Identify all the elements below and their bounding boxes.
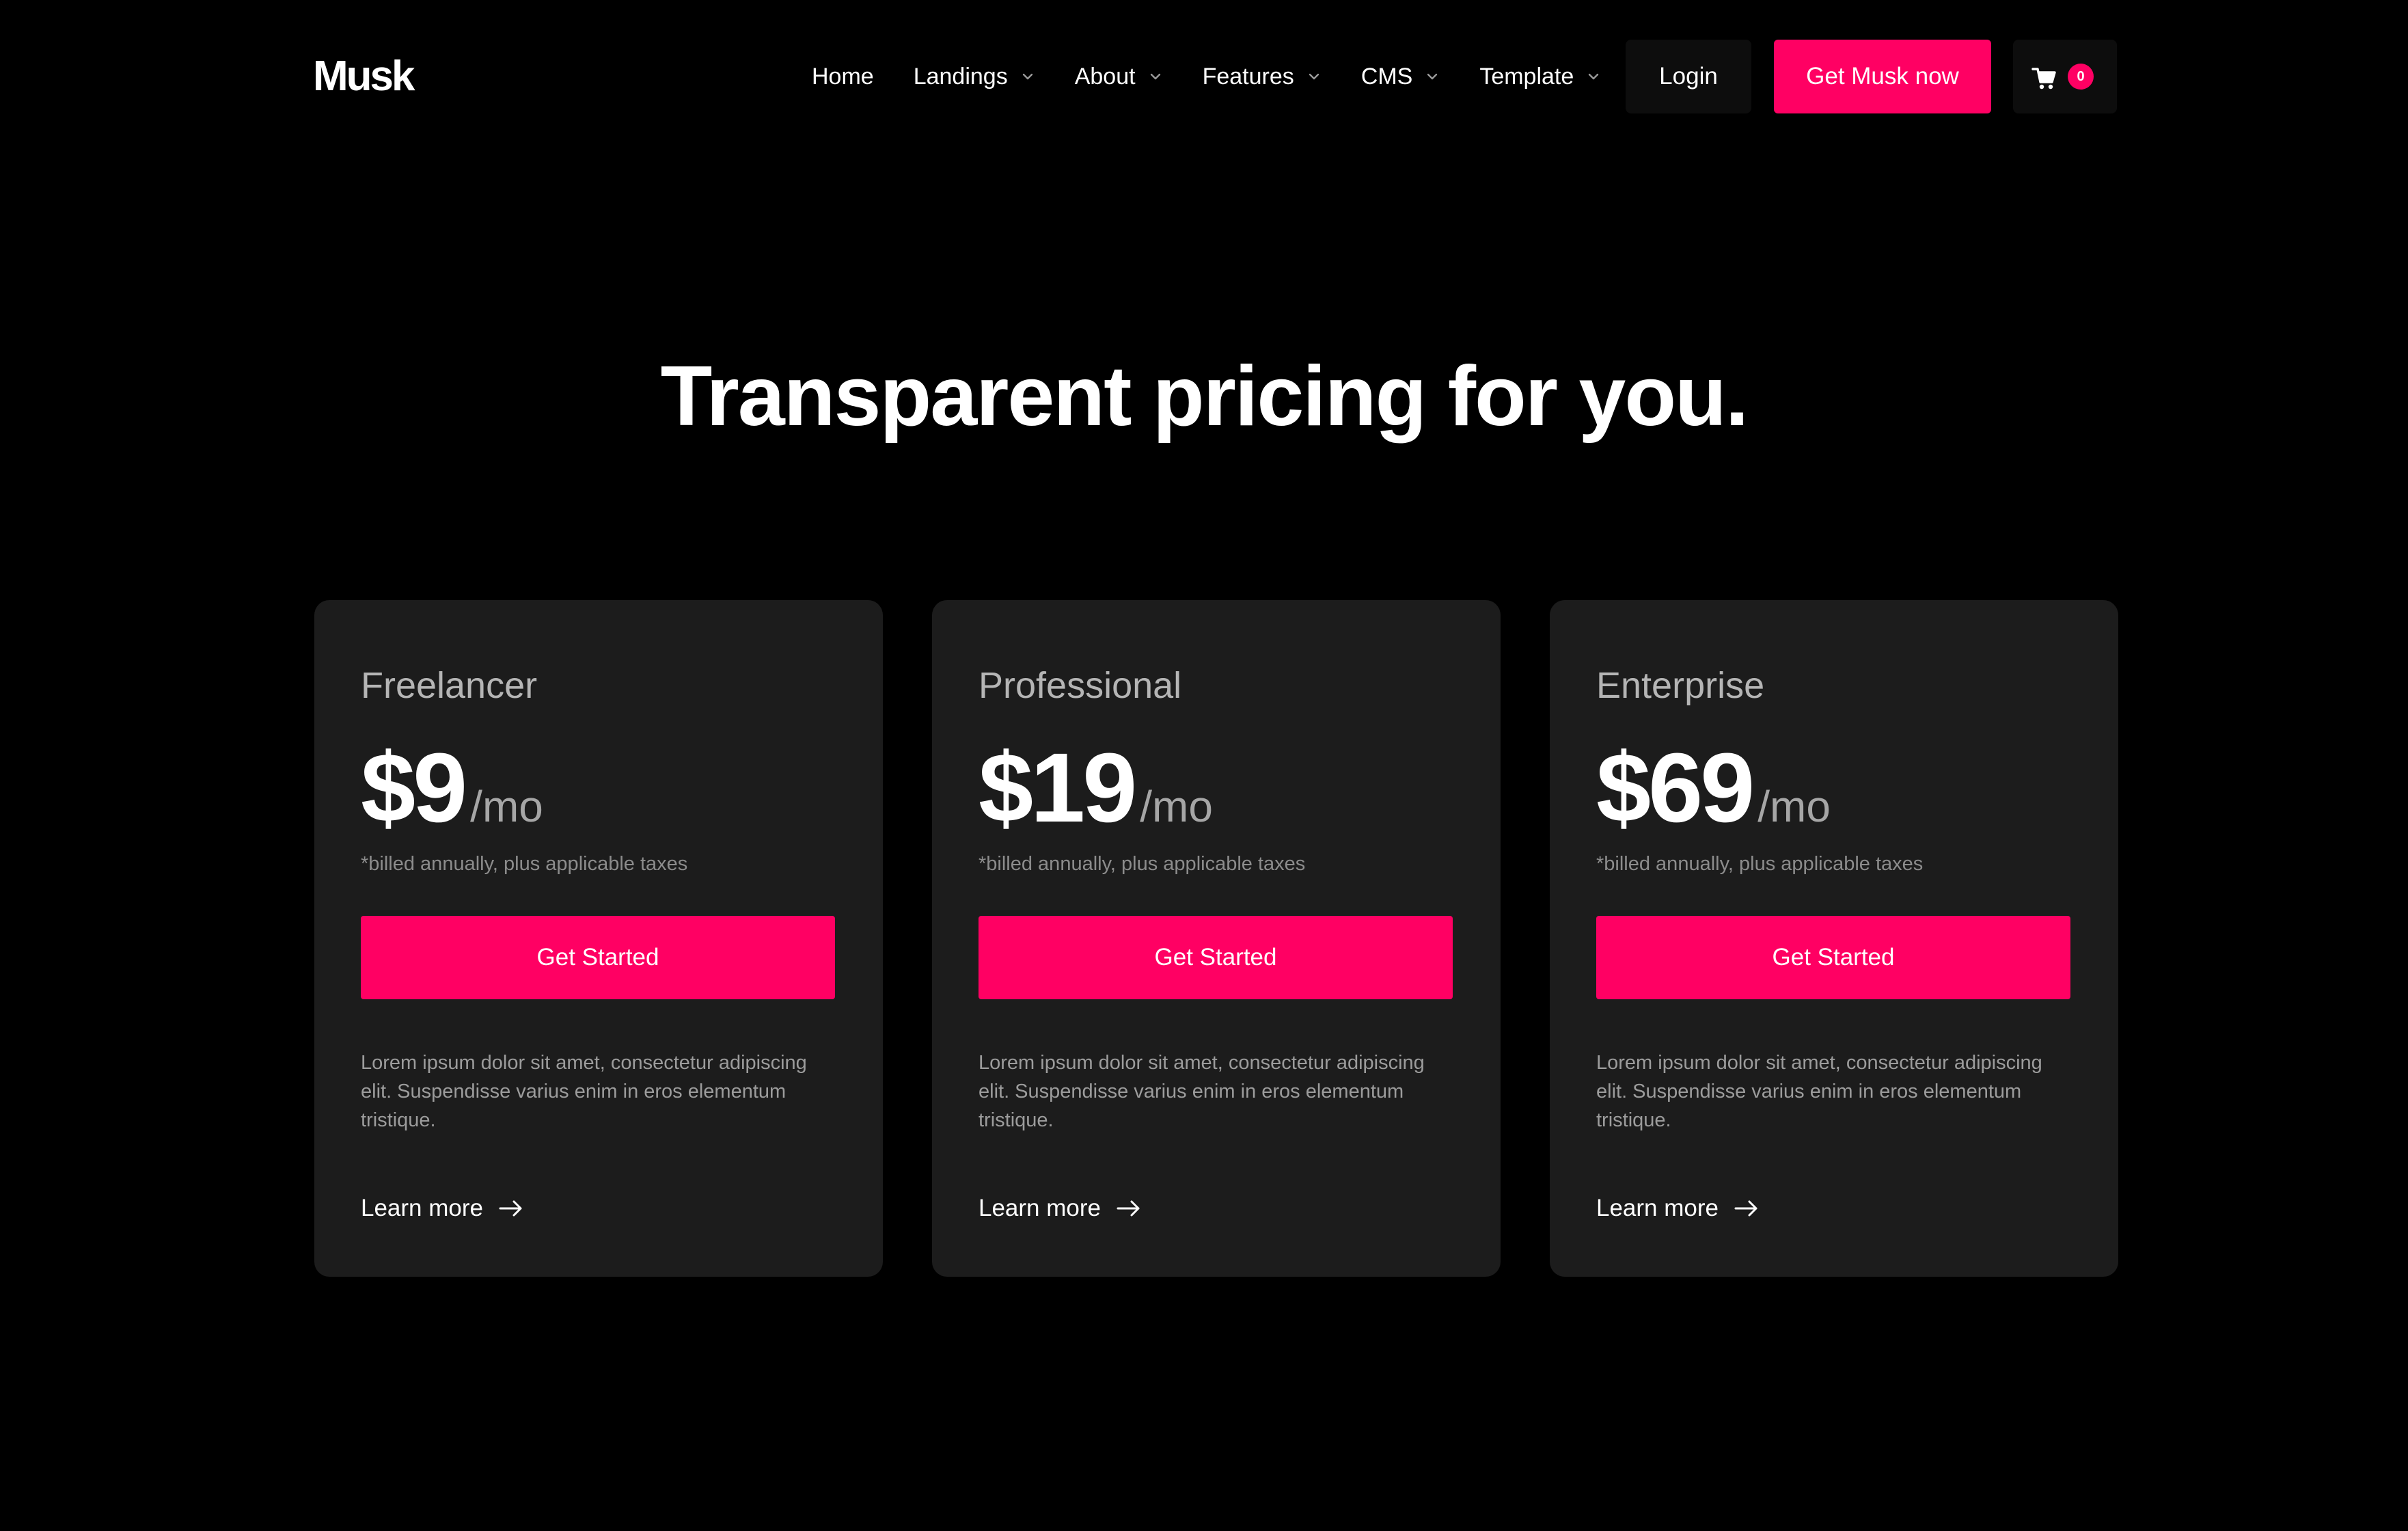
get-started-button[interactable]: Get Started (1596, 916, 2070, 999)
pricing-card-professional: Professional $19 /mo *billed annually, p… (932, 600, 1501, 1277)
get-started-button[interactable]: Get Started (979, 916, 1453, 999)
chevron-down-icon (1306, 69, 1322, 84)
plan-name: Professional (979, 665, 1182, 706)
site-header: Musk Home Landings About Features CMS Te… (0, 0, 2408, 153)
learn-more-label: Learn more (1596, 1195, 1719, 1221)
nav-item-template[interactable]: Template (1479, 64, 1601, 90)
plan-description: Lorem ipsum dolor sit amet, consectetur … (361, 1052, 807, 1131)
plan-description: Lorem ipsum dolor sit amet, consectetur … (979, 1052, 1425, 1131)
plan-period: /mo (1140, 782, 1213, 831)
nav-item-about[interactable]: About (1075, 64, 1163, 90)
plan-price: $9 (361, 733, 467, 843)
cart-button[interactable]: 0 (2013, 40, 2117, 113)
learn-more-label: Learn more (979, 1195, 1101, 1221)
chevron-down-icon (1148, 69, 1163, 84)
nav-item-label: About (1074, 63, 1136, 90)
plan-name: Freelancer (361, 665, 538, 706)
nav-item-label: Template (1479, 63, 1574, 90)
arrow-right-icon (498, 1199, 524, 1218)
pricing-card-enterprise: Enterprise $69 /mo *billed annually, plu… (1550, 600, 2118, 1277)
logo[interactable]: Musk (313, 49, 415, 104)
nav-item-landings[interactable]: Landings (914, 64, 1035, 90)
plan-period: /mo (470, 782, 543, 831)
shopping-cart-icon (2031, 64, 2058, 92)
chevron-down-icon (1425, 69, 1440, 84)
nav-item-features[interactable]: Features (1203, 64, 1322, 90)
nav-item-label: Home (812, 63, 874, 90)
plan-price-row: $9 /mo (361, 730, 543, 846)
plan-billing-note: *billed annually, plus applicable taxes (1596, 853, 1924, 875)
main-nav: Home Landings About Features CMS Templat… (812, 40, 1641, 113)
learn-more-link[interactable]: Learn more (979, 1195, 1142, 1222)
nav-item-cms[interactable]: CMS (1361, 64, 1440, 90)
plan-period: /mo (1757, 782, 1831, 831)
cart-count-badge: 0 (2068, 64, 2094, 90)
plan-description: Lorem ipsum dolor sit amet, consectetur … (1596, 1052, 2042, 1131)
plan-price: $19 (979, 733, 1137, 843)
plan-price: $69 (1596, 733, 1755, 843)
login-button[interactable]: Login (1626, 40, 1751, 113)
plan-price-row: $19 /mo (979, 730, 1213, 846)
plan-name: Enterprise (1596, 665, 1765, 706)
plan-billing-note: *billed annually, plus applicable taxes (979, 853, 1306, 875)
get-started-button[interactable]: Get Started (361, 916, 835, 999)
learn-more-link[interactable]: Learn more (361, 1195, 524, 1222)
plan-billing-note: *billed annually, plus applicable taxes (361, 853, 688, 875)
learn-more-label: Learn more (361, 1195, 483, 1221)
pricing-card-freelancer: Freelancer $9 /mo *billed annually, plus… (314, 600, 883, 1277)
chevron-down-icon (1020, 69, 1035, 84)
learn-more-link[interactable]: Learn more (1596, 1195, 1760, 1222)
get-musk-now-button[interactable]: Get Musk now (1774, 40, 1991, 113)
nav-item-home[interactable]: Home (812, 64, 874, 90)
page-title: Transparent pricing for you. (660, 349, 1749, 444)
nav-item-label: CMS (1360, 63, 1413, 90)
nav-item-label: Features (1202, 63, 1294, 90)
plan-price-row: $69 /mo (1596, 730, 1831, 846)
arrow-right-icon (1116, 1199, 1142, 1218)
arrow-right-icon (1734, 1199, 1760, 1218)
chevron-down-icon (1586, 69, 1601, 84)
nav-item-label: Landings (913, 63, 1008, 90)
